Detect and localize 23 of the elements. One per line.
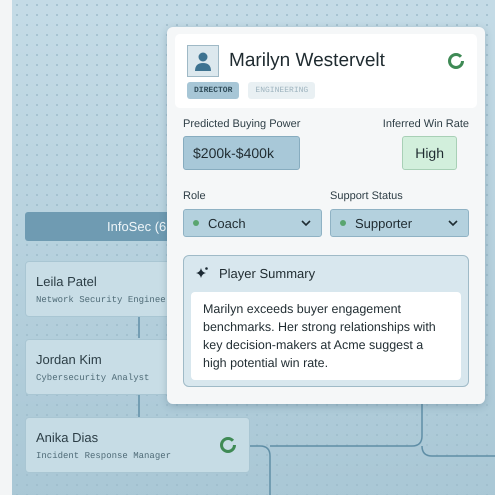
person-name: Leila Patel [36, 274, 97, 288]
field-label: Inferred Win Rate [382, 118, 469, 130]
person-name: Anika Dias [36, 430, 98, 444]
tag[interactable]: DIRECTOR [187, 82, 240, 99]
support-status-dropdown[interactable]: Supporter [330, 209, 469, 237]
field-label: Predicted Buying Power [183, 118, 300, 130]
person-title: Cybersecurity Analyst [36, 372, 150, 382]
field-label: Role [183, 190, 207, 202]
buying-power-value: $200k-$400k [183, 136, 300, 170]
field-label: Support Status [330, 190, 404, 202]
progress-ring-icon [219, 436, 237, 454]
role-dropdown[interactable]: Coach [183, 209, 322, 237]
person-name: Marilyn Westervelt [229, 50, 386, 72]
person-title: Incident Response Manager [36, 450, 172, 460]
sparkle-icon [195, 266, 209, 280]
chevron-down-icon [447, 219, 459, 227]
progress-ring-icon [447, 52, 465, 70]
person-name: Jordan Kim [36, 352, 102, 366]
avatar-icon [187, 45, 219, 77]
win-rate-value: High [402, 136, 457, 170]
person-card[interactable]: Anika Dias Incident Response Manager [25, 417, 250, 473]
chevron-down-icon [300, 219, 312, 227]
person-title: Network Security Enginee [36, 294, 166, 304]
